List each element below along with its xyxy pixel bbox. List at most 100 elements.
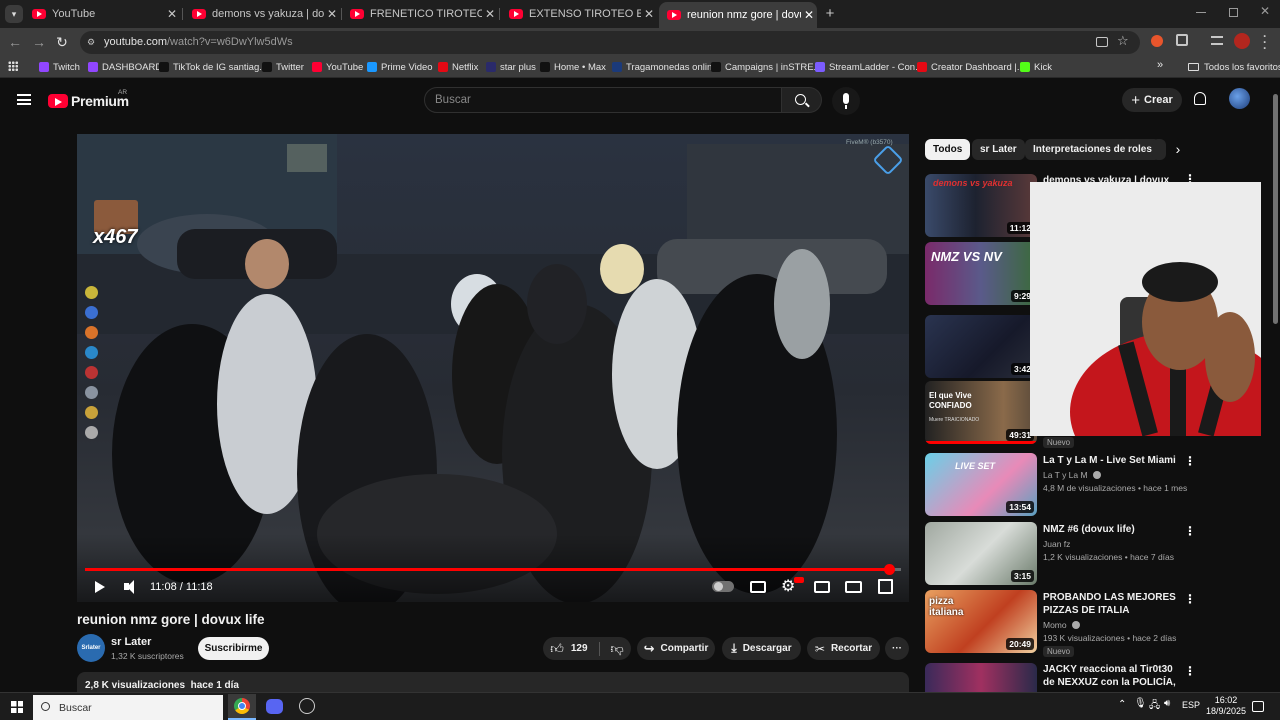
rec-thumbnail[interactable]: demons vs yakuza 11:12 — [925, 174, 1037, 237]
chip-roleplay[interactable]: Interpretaciones de roles — [1025, 139, 1160, 160]
app-taskbar-icon[interactable] — [299, 698, 315, 714]
fullscreen-icon[interactable] — [878, 579, 893, 594]
close-icon[interactable]: ✕ — [801, 8, 817, 22]
dislike-button[interactable]: 👎︎ — [611, 641, 624, 657]
bookmark-item[interactable]: Kick — [1020, 59, 1052, 75]
rec-thumbnail[interactable]: LIVE SET 13:54 — [925, 453, 1037, 516]
bookmark-star-icon[interactable]: ☆ — [1117, 33, 1129, 49]
like-button[interactable]: 👍︎ 129 — [550, 641, 587, 657]
rec-menu-icon[interactable]: ⋮ — [1184, 524, 1196, 538]
network-tray-icon[interactable]: 🖧︎ — [1149, 698, 1160, 715]
tab-search-menu-button[interactable]: ▾ — [5, 5, 23, 23]
account-avatar[interactable] — [1229, 88, 1250, 109]
search-button[interactable] — [782, 87, 822, 113]
volume-button[interactable] — [123, 577, 139, 597]
bookmark-item[interactable]: Prime Video — [367, 59, 433, 75]
chip-channel[interactable]: sr Later — [972, 139, 1025, 160]
close-window-icon[interactable]: ✕ — [1258, 4, 1272, 20]
reload-icon[interactable]: ↻ — [53, 33, 71, 51]
clip-button[interactable]: ✂ Recortar — [807, 637, 880, 660]
browser-menu-icon[interactable]: · · · — [1262, 30, 1268, 54]
share-button[interactable]: ↪ Compartir — [637, 637, 715, 660]
rec-thumbnail[interactable]: El que Vive CONFIADO Muere TRAICIONADO 4… — [925, 381, 1037, 444]
rec-menu-icon[interactable]: ⋮ — [1184, 454, 1196, 468]
rec-channel[interactable]: Momo — [1043, 619, 1213, 632]
bookmark-item[interactable]: Netflix — [438, 59, 478, 75]
bookmark-item[interactable]: Creator Dashboard |... — [917, 59, 1025, 75]
bookmark-item[interactable]: Campaigns | inSTRE... — [711, 59, 821, 75]
browser-tab[interactable]: FRENETICO TIROTEO ENTRE NA ✕ — [342, 3, 498, 25]
chrome-taskbar-icon[interactable] — [228, 694, 256, 720]
voice-search-button[interactable] — [832, 87, 860, 115]
site-settings-icon[interactable]: ⚙ — [87, 37, 98, 48]
rec-thumbnail[interactable] — [925, 663, 1037, 692]
all-favorites-folder[interactable]: Todos los favoritos — [1188, 59, 1280, 75]
browser-tab[interactable]: demons vs yakuza | dovux life - ✕ — [184, 3, 340, 25]
clock[interactable]: 16:02 18/9/2025 — [1206, 695, 1246, 717]
install-app-icon[interactable] — [1096, 37, 1108, 47]
miniplayer-icon[interactable] — [814, 581, 830, 593]
bookmark-item[interactable]: Tragamonedas onlin... — [612, 59, 720, 75]
bookmarks-overflow-icon[interactable]: » — [1157, 59, 1163, 71]
rec-thumbnail[interactable]: 3:15 — [925, 522, 1037, 585]
rec-title[interactable]: PROBANDO LAS MEJORES PIZZAS DE ITALIA — [1043, 591, 1178, 617]
back-arrow-icon[interactable]: ← — [6, 33, 24, 51]
rec-thumbnail[interactable]: NMZ VS NV 9:29 — [925, 242, 1037, 305]
video-player[interactable]: x467 FiveM® (b3570) 11:08 / 11:18 ⚙ — [77, 134, 909, 602]
theater-mode-icon[interactable] — [845, 581, 862, 593]
bookmark-item[interactable]: DASHBOARD — [88, 59, 162, 75]
browser-tab[interactable]: YouTube ✕ — [24, 3, 180, 25]
more-actions-button[interactable]: ··· — [885, 637, 909, 660]
bookmark-item[interactable]: star plus — [486, 59, 536, 75]
download-button[interactable]: ⤓ Descargar — [722, 637, 801, 660]
rec-menu-icon[interactable]: ⋮ — [1184, 664, 1196, 678]
profile-avatar-icon[interactable] — [1234, 33, 1250, 49]
progress-bar[interactable] — [85, 564, 901, 575]
rec-channel[interactable]: La T y La M — [1043, 469, 1213, 482]
browser-tab[interactable]: EXTENSO TIROTEO ENTRE NAM ✕ — [501, 3, 657, 25]
restore-window-icon[interactable] — [1229, 8, 1238, 17]
rec-title[interactable]: La T y La M - Live Set Miami — [1043, 454, 1183, 467]
browser-tab-active[interactable]: reunion nmz gore | dovux life ✕ — [659, 2, 817, 28]
language-indicator[interactable]: ESP — [1182, 700, 1200, 710]
notifications-bell-icon[interactable] — [1194, 92, 1206, 105]
close-icon[interactable]: ✕ — [164, 7, 180, 21]
rec-thumbnail[interactable]: pizza italiana 20:49 — [925, 590, 1037, 653]
subtitles-icon[interactable] — [750, 581, 766, 593]
rec-title[interactable]: NMZ #6 (dovux life) — [1043, 523, 1173, 536]
rec-thumbnail[interactable]: 3:42 — [925, 315, 1037, 378]
youtube-premium-logo[interactable]: Premium — [48, 91, 129, 111]
taskbar-search-box[interactable]: Buscar — [33, 695, 223, 720]
subscribe-button[interactable]: Suscribirme — [198, 637, 269, 660]
bookmark-item[interactable]: Twitch — [39, 59, 80, 75]
notification-center-icon[interactable] — [1252, 701, 1264, 712]
hamburger-menu-icon[interactable] — [17, 94, 31, 105]
extensions-puzzle-icon[interactable] — [1176, 34, 1188, 46]
play-button[interactable] — [93, 577, 107, 597]
forward-arrow-icon[interactable]: → — [30, 33, 48, 51]
autoplay-toggle[interactable] — [712, 581, 734, 592]
volume-tray-icon[interactable]: 🔊︎ — [1164, 698, 1170, 709]
address-bar[interactable]: ⚙ youtube.com/watch?v=w6DwYlw5dWs ☆ — [80, 31, 1140, 54]
bookmark-item[interactable]: TikTok de IG santiag... — [159, 59, 267, 75]
minimize-window-icon[interactable] — [1196, 12, 1206, 13]
microphone-tray-icon[interactable]: 🎙︎ — [1134, 698, 1147, 709]
new-tab-button[interactable]: + — [822, 5, 838, 23]
windows-start-icon[interactable] — [11, 701, 23, 713]
search-input[interactable]: Buscar — [424, 87, 782, 113]
discord-taskbar-icon[interactable] — [266, 699, 283, 714]
tray-overflow-icon[interactable]: ⌃ — [1118, 699, 1126, 710]
extension-icon[interactable] — [1151, 35, 1163, 47]
create-button[interactable]: + Crear — [1122, 88, 1182, 112]
chip-scroll-right-icon[interactable]: › — [1168, 139, 1188, 160]
apps-grid-icon[interactable] — [8, 61, 18, 71]
media-controls-icon[interactable] — [1211, 36, 1223, 45]
bookmark-item[interactable]: StreamLadder - Con... — [815, 59, 923, 75]
rec-menu-icon[interactable]: ⋮ — [1184, 592, 1196, 606]
channel-name[interactable]: sr Later — [111, 636, 151, 648]
bookmark-item[interactable]: YouTube — [312, 59, 363, 75]
chip-all[interactable]: Todos — [925, 139, 971, 160]
bookmark-item[interactable]: Home • Max — [540, 59, 606, 75]
bookmark-item[interactable]: Twitter — [262, 59, 304, 75]
progress-scrubber[interactable] — [883, 564, 895, 575]
